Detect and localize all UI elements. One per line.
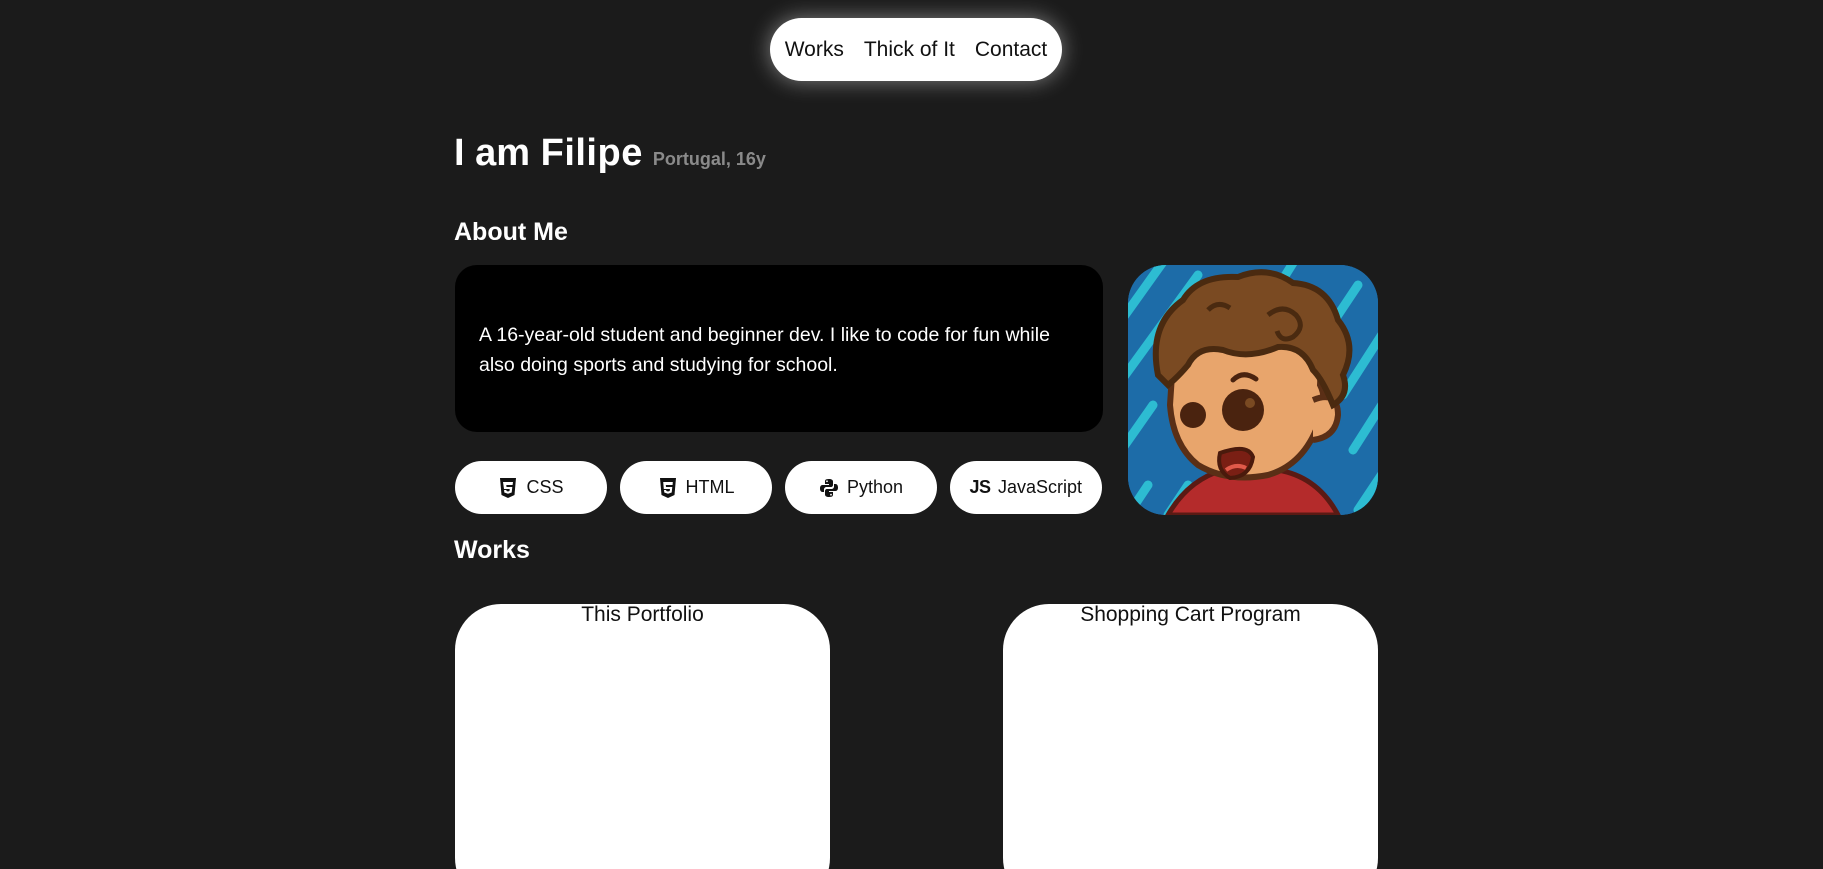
about-heading: About Me bbox=[454, 218, 568, 246]
works-heading: Works bbox=[454, 536, 530, 564]
owner-meta: Portugal, 16y bbox=[652, 149, 766, 169]
nav-link-works[interactable]: Works bbox=[785, 38, 844, 62]
html5-icon bbox=[658, 477, 678, 498]
css3-icon bbox=[498, 477, 518, 498]
skill-html-button[interactable]: HTML bbox=[620, 461, 772, 514]
top-nav: Works Thick of It Contact bbox=[770, 18, 1062, 81]
page-title: I am Filipe Portugal, 16y bbox=[454, 132, 766, 175]
skill-css-button[interactable]: CSS bbox=[455, 461, 607, 514]
greeting-prefix: I am bbox=[454, 132, 531, 174]
work-card-title: Shopping Cart Program bbox=[1080, 603, 1301, 626]
skill-label: CSS bbox=[526, 477, 564, 497]
avatar-illustration bbox=[1128, 265, 1378, 515]
owner-name: Filipe bbox=[540, 132, 643, 174]
about-text: A 16-year-old student and beginner dev. … bbox=[479, 324, 1050, 376]
skill-javascript-button[interactable]: JS JavaScript bbox=[950, 461, 1102, 514]
work-card-shopping-cart[interactable]: Shopping Cart Program bbox=[1003, 604, 1378, 869]
skill-label: Python bbox=[846, 477, 904, 497]
skill-python-button[interactable]: Python bbox=[785, 461, 937, 514]
greeting: I am Filipe bbox=[454, 132, 643, 175]
work-card-title: This Portfolio bbox=[581, 603, 704, 626]
nav-link-contact[interactable]: Contact bbox=[975, 38, 1047, 62]
work-card-portfolio[interactable]: This Portfolio bbox=[455, 604, 830, 869]
nav-link-thick-of-it[interactable]: Thick of It bbox=[864, 38, 955, 62]
skill-label: JavaScript bbox=[997, 477, 1083, 497]
portfolio-page: Works Thick of It Contact I am Filipe Po… bbox=[0, 0, 1823, 869]
python-icon bbox=[819, 478, 839, 498]
skill-label: HTML bbox=[685, 477, 735, 497]
js-icon: JS bbox=[969, 477, 991, 497]
avatar bbox=[1128, 265, 1378, 515]
skills-list: CSS HTML Python JS JavaScript bbox=[455, 461, 1102, 514]
about-card: A 16-year-old student and beginner dev. … bbox=[455, 265, 1103, 432]
